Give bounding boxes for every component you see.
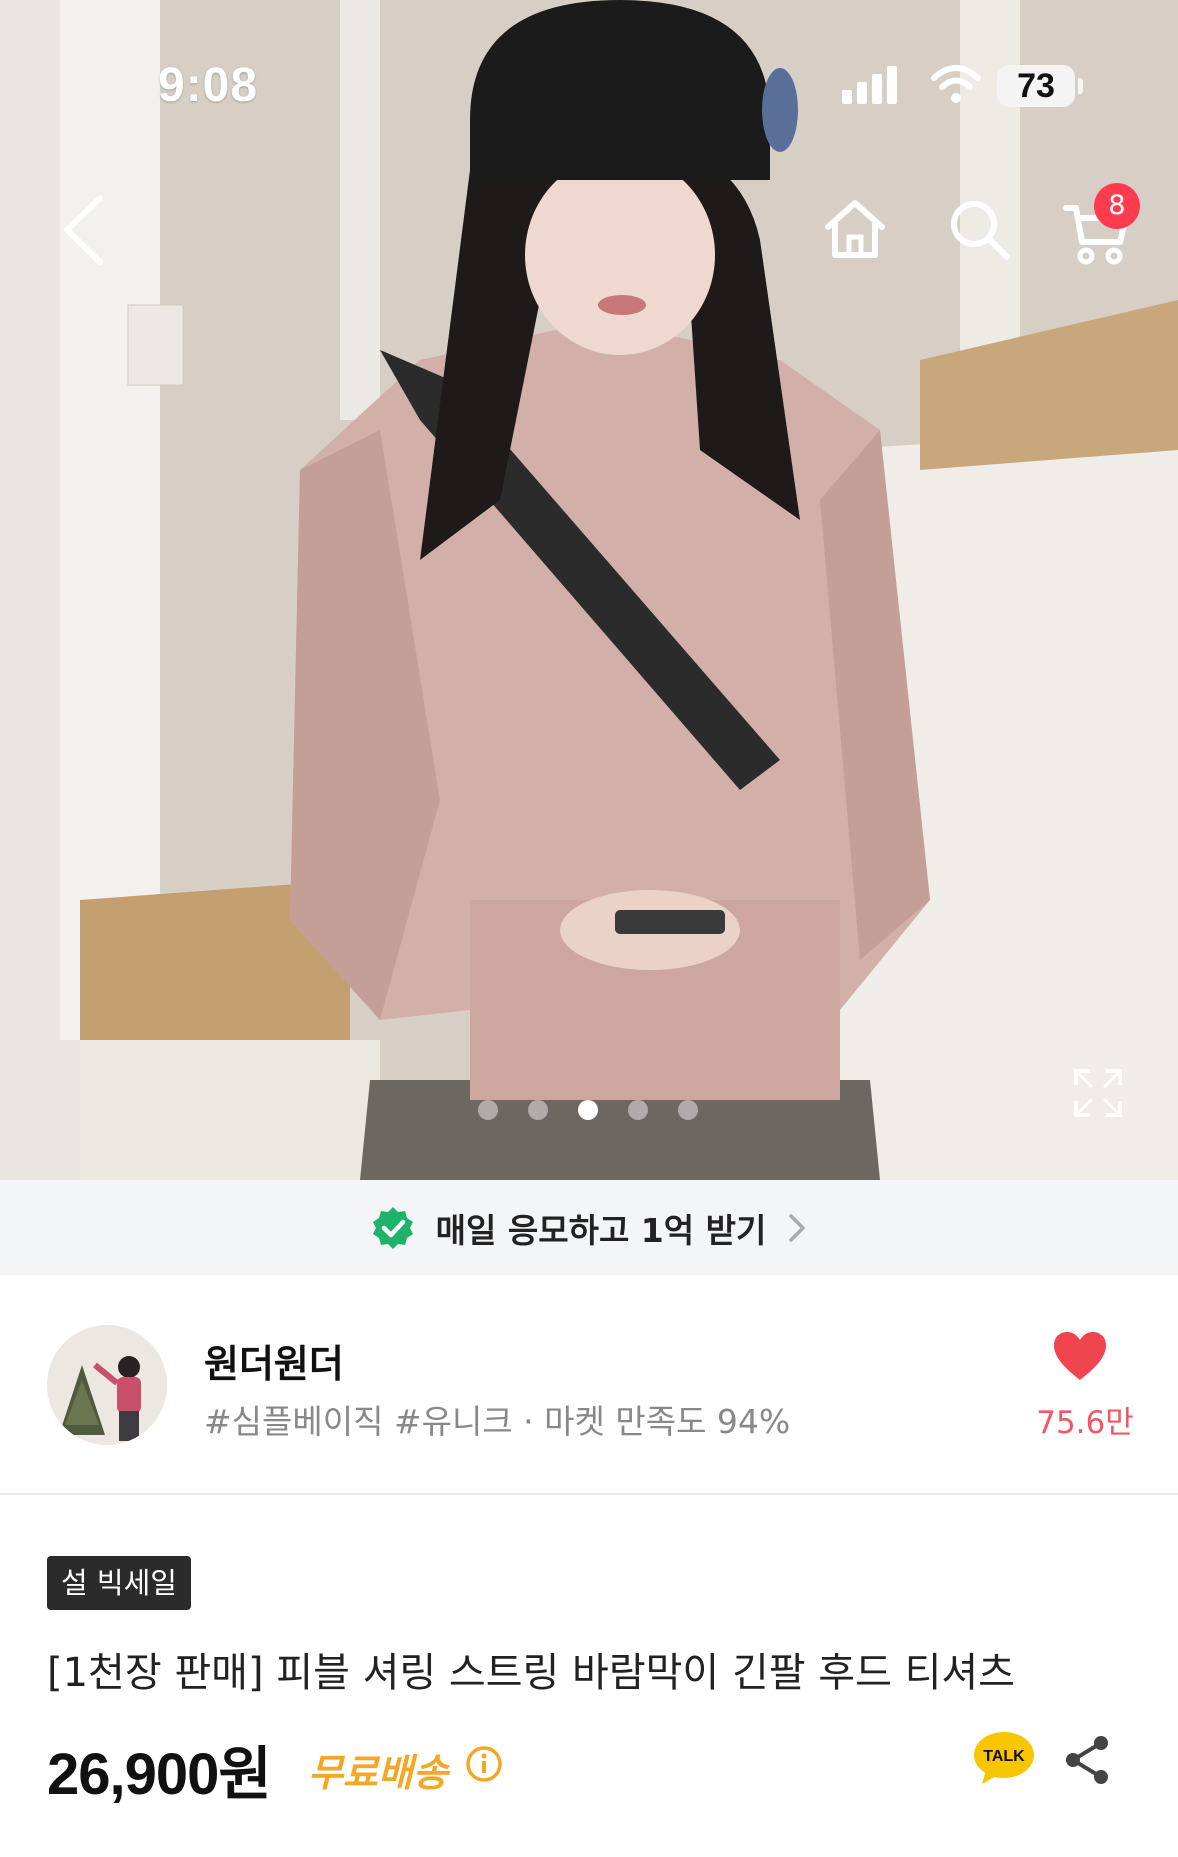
store-meta: #심플베이직 #유니크 · 마켓 만족도 94% (204, 1402, 791, 1441)
status-bar: 9:08 73 (0, 0, 1178, 120)
product-price: 26,900원 (47, 1727, 272, 1811)
expand-fullscreen-icon[interactable] (1070, 1065, 1126, 1121)
cart-count-badge: 8 (1094, 183, 1140, 229)
battery-tip (1078, 78, 1083, 94)
price-unit: 원 (218, 1740, 271, 1808)
kakao-talk-icon[interactable]: TALK (972, 1730, 1036, 1788)
gallery-dot[interactable] (678, 1100, 698, 1120)
search-icon[interactable] (945, 195, 1015, 265)
store-avatar[interactable] (47, 1325, 167, 1445)
price-amount: 26,900 (47, 1742, 219, 1807)
product-title: [1천장 판매] 피블 셔링 스트링 바람막이 긴팔 후드 티셔츠 (47, 1650, 1015, 1696)
gallery-dot[interactable] (628, 1100, 648, 1120)
sale-tag: 설 빅세일 (47, 1556, 191, 1610)
gallery-dot[interactable] (478, 1100, 498, 1120)
gallery-dot[interactable] (528, 1100, 548, 1120)
chevron-right-icon (789, 1213, 806, 1242)
verified-check-icon (372, 1206, 413, 1249)
store-info-row[interactable]: 원더원더 #심플베이직 #유니크 · 마켓 만족도 94% 75.6만 (0, 1275, 1178, 1495)
talk-label: TALK (983, 1748, 1025, 1765)
promo-banner-text: 매일 응모하고 1억 받기 (435, 1210, 767, 1250)
home-icon[interactable] (820, 195, 890, 265)
product-photo (0, 0, 1178, 1180)
cellular-signal-icon (842, 66, 897, 104)
share-icon[interactable] (1063, 1734, 1111, 1786)
store-name[interactable]: 원더원더 (204, 1333, 344, 1388)
battery-level: 73 (997, 65, 1075, 107)
product-image-gallery[interactable]: 9:08 73 8 (0, 0, 1178, 1180)
store-like-count: 75.6만 (1036, 1405, 1134, 1441)
gallery-pagination (0, 1100, 1178, 1124)
back-arrow-icon[interactable] (55, 190, 115, 270)
promo-banner[interactable]: 매일 응모하고 1억 받기 (0, 1180, 1178, 1275)
info-icon[interactable] (464, 1744, 504, 1784)
gallery-dot-active[interactable] (578, 1100, 598, 1120)
wifi-icon (931, 65, 981, 103)
heart-icon[interactable] (1052, 1330, 1108, 1382)
free-shipping-label: 무료배송 (308, 1751, 448, 1795)
status-time: 9:08 (158, 59, 259, 112)
